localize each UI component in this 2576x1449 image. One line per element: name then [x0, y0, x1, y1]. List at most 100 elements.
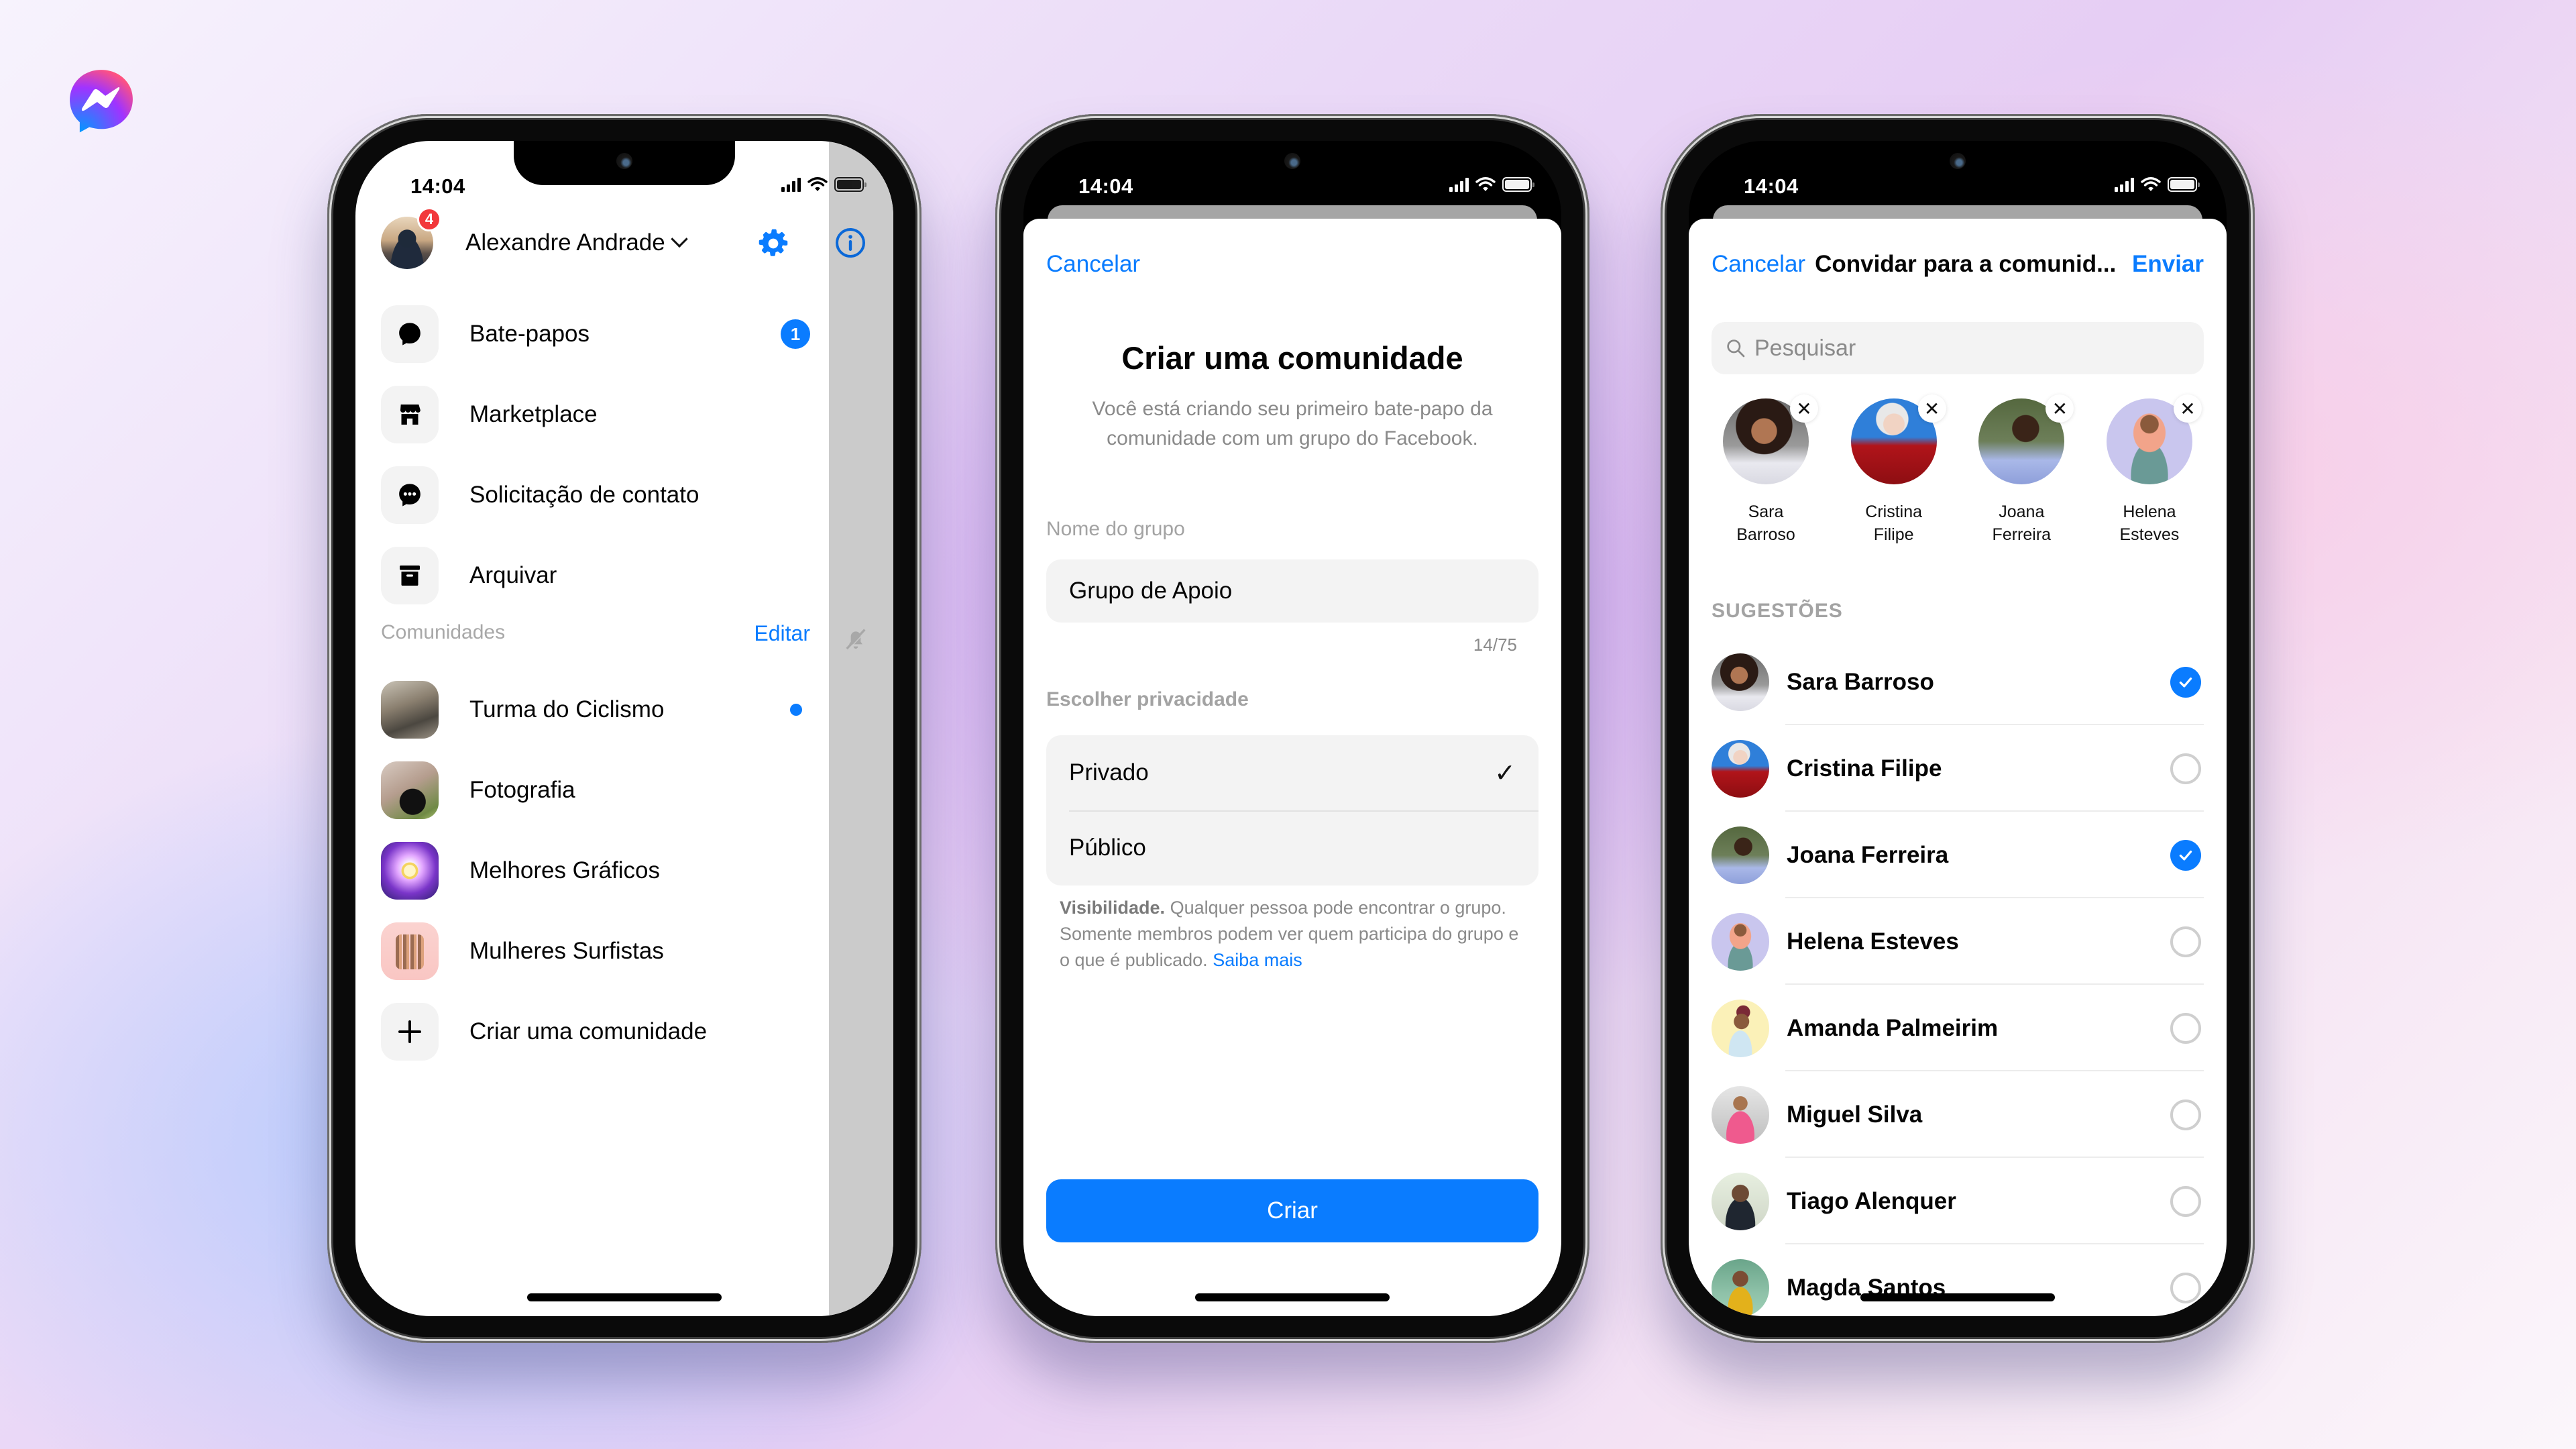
list-item[interactable]: Sara Barroso: [1712, 639, 2204, 725]
info-icon[interactable]: [834, 227, 866, 259]
select-checkbox[interactable]: [2170, 1185, 2201, 1217]
profile-name[interactable]: Alexandre Andrade: [465, 229, 665, 256]
last-name: Filipe: [1873, 525, 1914, 544]
menu-item-message-requests[interactable]: Solicitação de contato: [381, 455, 810, 535]
create-button[interactable]: Criar: [1046, 1179, 1538, 1242]
avatar: ✕: [1850, 394, 1946, 484]
select-checkbox[interactable]: [2170, 666, 2201, 698]
menu-item-label: Marketplace: [469, 401, 598, 427]
community-name: Turma do Ciclismo: [469, 696, 665, 722]
select-checkbox[interactable]: [2170, 1099, 2201, 1130]
selected-contact: ✕ Joana Ferreira: [1971, 394, 2074, 546]
menu-item-label: Solicitação de contato: [469, 482, 699, 508]
avatar[interactable]: 4: [381, 207, 441, 269]
list-item[interactable]: Miguel Silva: [1712, 1071, 2204, 1158]
dimmed-background-panel[interactable]: [829, 141, 893, 1316]
checkmark-icon: ✓: [1494, 759, 1516, 788]
avatar: [1712, 653, 1769, 711]
first-name: Sara: [1748, 502, 1784, 521]
list-item[interactable]: Tiago Alenquer: [1712, 1158, 2204, 1244]
community-item[interactable]: Fotografia: [381, 750, 810, 830]
home-indicator[interactable]: [1860, 1293, 2055, 1301]
remove-contact-button[interactable]: ✕: [1790, 394, 1818, 423]
menu-item-marketplace[interactable]: Marketplace: [381, 374, 810, 455]
search-placeholder: Pesquisar: [1754, 335, 1856, 361]
battery-icon: [2168, 177, 2200, 192]
privacy-option-public[interactable]: Público: [1046, 810, 1538, 885]
create-community-button[interactable]: Criar uma comunidade: [381, 991, 810, 1072]
status-time: 14:04: [1078, 174, 1133, 198]
search-input[interactable]: Pesquisar: [1712, 322, 2204, 374]
avatar: [1712, 826, 1769, 884]
remove-contact-button[interactable]: ✕: [2046, 394, 2074, 423]
messenger-logo-icon: [70, 70, 133, 133]
suggestions-list: Sara Barroso Cristina Filipe Joana Ferre…: [1712, 639, 2204, 1316]
chevron-down-icon[interactable]: [671, 230, 688, 248]
community-item[interactable]: Turma do Ciclismo: [381, 669, 810, 750]
status-time: 14:04: [1744, 174, 1799, 198]
select-checkbox[interactable]: [2170, 839, 2201, 871]
list-item[interactable]: Cristina Filipe: [1712, 725, 2204, 812]
cellular-signal-icon: [2115, 177, 2134, 192]
cancel-button[interactable]: Cancelar: [1712, 251, 1805, 278]
create-community-screen: 14:04 Cancelar Criar uma comunidade Você…: [1023, 141, 1561, 1316]
list-item[interactable]: Joana Ferreira: [1712, 812, 2204, 898]
battery-icon: [1502, 177, 1534, 192]
select-checkbox[interactable]: [2170, 753, 2201, 784]
contact-name: Joana Ferreira: [1787, 841, 1949, 868]
notification-badge: 4: [417, 207, 441, 231]
list-item[interactable]: Helena Esteves: [1712, 898, 2204, 985]
battery-icon: [834, 177, 866, 192]
menu-item-chats[interactable]: Bate-papos 1: [381, 294, 810, 374]
list-item[interactable]: Magda Santos: [1712, 1244, 2204, 1316]
archive-box-icon: [400, 566, 420, 586]
select-checkbox[interactable]: [2170, 1272, 2201, 1303]
select-checkbox[interactable]: [2170, 1012, 2201, 1044]
avatar: ✕: [1978, 394, 2074, 484]
community-item[interactable]: Melhores Gráficos: [381, 830, 810, 911]
invite-screen: 14:04 Cancelar Convidar para a comunid..…: [1689, 141, 2227, 1316]
contact-name: Sara Barroso: [1787, 668, 1934, 695]
unread-dot: [790, 704, 802, 716]
selected-contact: ✕ Cristina Filipe: [1844, 394, 1946, 546]
selected-contacts: ✕ Sara Barroso ✕ Cristina Filipe ✕ Joana Fe…: [1712, 394, 2204, 546]
remove-contact-button[interactable]: ✕: [2173, 394, 2202, 423]
avatar: [1712, 739, 1769, 798]
cellular-signal-icon: [1449, 177, 1469, 192]
status-bar: 14:04: [1689, 174, 2227, 201]
privacy-options: Privado ✓ Público: [1046, 735, 1538, 885]
list-item[interactable]: Amanda Palmeirim: [1712, 985, 2204, 1071]
phone-frame-create-community: 14:04 Cancelar Criar uma comunidade Você…: [995, 114, 1589, 1343]
privacy-option-private[interactable]: Privado ✓: [1046, 735, 1538, 810]
menu-item-label: Bate-papos: [469, 321, 590, 347]
community-thumbnail: [381, 922, 439, 980]
first-name: Helena: [2123, 502, 2176, 521]
status-time: 14:04: [410, 174, 465, 198]
edit-communities-button[interactable]: Editar: [754, 621, 810, 646]
front-camera: [616, 153, 632, 169]
community-name: Fotografia: [469, 777, 575, 803]
selected-contact: ✕ Sara Barroso: [1716, 394, 1818, 546]
gear-icon[interactable]: [758, 228, 789, 259]
send-button[interactable]: Enviar: [2132, 251, 2204, 278]
unread-count-badge: 1: [781, 319, 810, 349]
menu-item-archive[interactable]: Arquivar: [381, 535, 810, 616]
home-indicator[interactable]: [527, 1293, 722, 1301]
first-name: Cristina: [1865, 502, 1923, 521]
learn-more-link[interactable]: Saiba mais: [1213, 950, 1302, 970]
select-checkbox[interactable]: [2170, 926, 2201, 957]
community-item[interactable]: Mulheres Surfistas: [381, 911, 810, 991]
privacy-option-label: Privado: [1069, 759, 1149, 786]
contact-name: Tiago Alenquer: [1787, 1187, 1956, 1214]
first-name: Joana: [1999, 502, 2045, 521]
home-indicator[interactable]: [1195, 1293, 1390, 1301]
plus-icon: [398, 1020, 421, 1043]
cancel-button[interactable]: Cancelar: [1046, 251, 1140, 278]
storefront-icon: [400, 405, 421, 425]
remove-contact-button[interactable]: ✕: [1917, 394, 1946, 423]
wifi-icon: [1475, 177, 1496, 191]
avatar: [1712, 999, 1769, 1057]
group-name-input[interactable]: [1046, 559, 1538, 623]
invite-header: Cancelar Convidar para a comunid... Envi…: [1712, 251, 2204, 278]
page-title: Criar uma comunidade: [1121, 340, 1463, 376]
